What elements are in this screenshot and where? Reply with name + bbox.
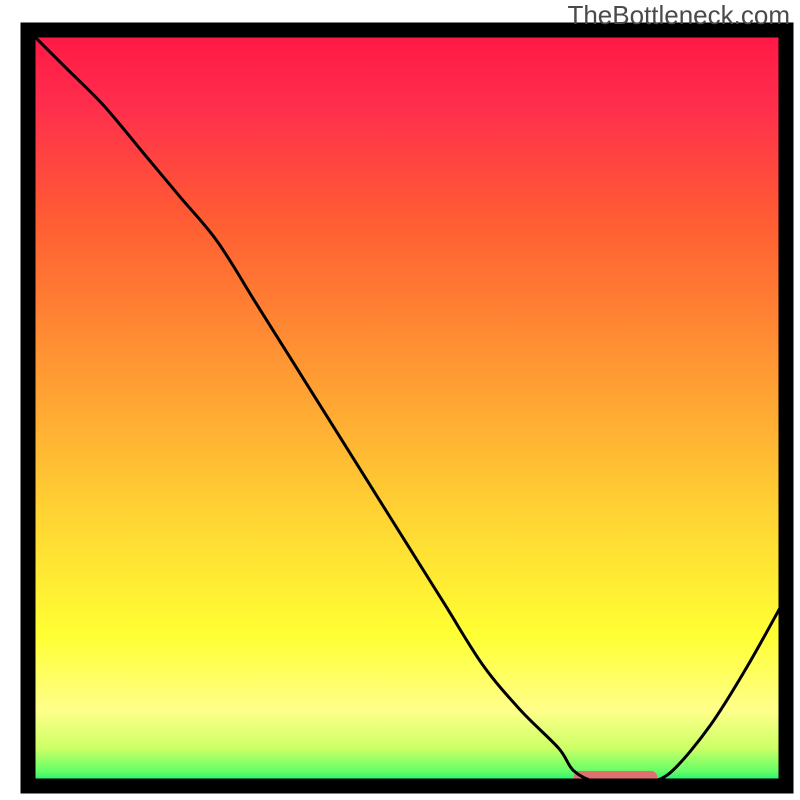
gradient-background <box>28 30 786 786</box>
watermark-text: TheBottleneck.com <box>567 0 790 31</box>
bottleneck-chart <box>0 0 800 800</box>
chart-container: TheBottleneck.com <box>0 0 800 800</box>
